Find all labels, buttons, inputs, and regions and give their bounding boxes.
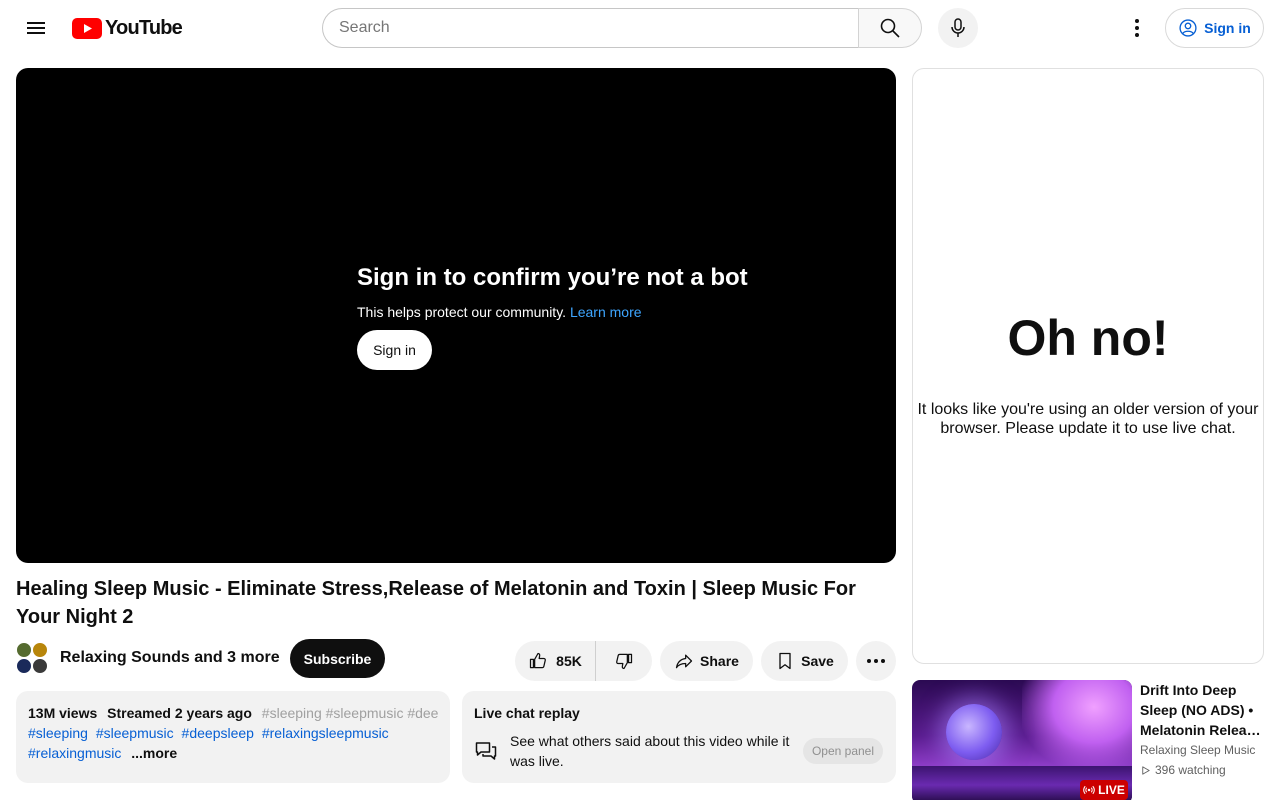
- hamburger-icon: [27, 22, 45, 34]
- share-button[interactable]: Share: [660, 641, 753, 681]
- thumbs-down-icon: [616, 653, 633, 670]
- thumbs-up-icon: [530, 652, 547, 669]
- save-label: Save: [801, 653, 834, 669]
- logo-wordmark: YouTube: [105, 16, 183, 39]
- more-actions-button[interactable]: [856, 641, 896, 681]
- hashtag-link[interactable]: #relaxingmusic: [28, 745, 121, 761]
- player-sign-in-button[interactable]: Sign in: [357, 330, 432, 370]
- hashtag-link[interactable]: #sleepmusic: [96, 725, 174, 741]
- hashtag-link[interactable]: #sleeping: [28, 725, 88, 741]
- live-chat-replay-title: Live chat replay: [474, 705, 580, 721]
- like-count: 85K: [556, 653, 582, 669]
- search-box[interactable]: [322, 8, 859, 48]
- share-label: Share: [700, 653, 739, 669]
- recommended-title-line: Sleep (NO ADS) •: [1140, 702, 1254, 718]
- live-badge-label: LIVE: [1098, 783, 1125, 797]
- vertical-dots-icon: [1135, 19, 1139, 37]
- watching-count-label: 396 watching: [1155, 763, 1226, 777]
- header-sign-in-button[interactable]: Sign in: [1165, 8, 1264, 48]
- horizontal-dots-icon: [867, 659, 885, 663]
- hashtag-link[interactable]: #relaxingsleepmusic: [262, 725, 389, 741]
- video-player[interactable]: Sign in to confirm you’re not a bot This…: [16, 68, 896, 563]
- recommended-video-thumbnail[interactable]: LIVE: [912, 680, 1132, 800]
- like-button[interactable]: 85K: [515, 641, 596, 681]
- show-more-link[interactable]: ...more: [131, 745, 177, 761]
- recommended-video-title[interactable]: Drift Into Deep Sleep (NO ADS) • Melaton…: [1140, 680, 1268, 740]
- account-circle-icon: [1179, 19, 1197, 37]
- settings-more-button[interactable]: [1117, 8, 1157, 48]
- save-button[interactable]: Save: [761, 641, 848, 681]
- avatar: [32, 658, 48, 674]
- sign-in-label: Sign in: [1204, 20, 1251, 36]
- bot-check-description: This helps protect our community. Learn …: [357, 304, 642, 320]
- recommended-channel-name[interactable]: Relaxing Sleep Music: [1140, 743, 1255, 757]
- live-badge: LIVE: [1080, 780, 1128, 800]
- voice-search-button[interactable]: [938, 8, 978, 48]
- view-count: 13M views: [28, 705, 98, 721]
- live-chat-replay-card: Live chat replay See what others said ab…: [462, 691, 896, 783]
- recommended-title-line: Melatonin Releas…: [1140, 722, 1268, 738]
- recommended-title-line: Drift Into Deep: [1140, 682, 1237, 698]
- play-outline-icon: [1142, 765, 1150, 775]
- stream-date: Streamed 2 years ago: [107, 705, 252, 721]
- chat-bubbles-icon: [474, 740, 498, 769]
- guide-menu-button[interactable]: [16, 8, 56, 48]
- like-dislike-group: 85K: [515, 641, 652, 681]
- avatar: [16, 642, 32, 658]
- recommended-watching-count: 396 watching: [1140, 763, 1226, 777]
- channel-name[interactable]: Relaxing Sounds and 3 more: [60, 649, 280, 667]
- live-broadcast-icon: [1083, 785, 1095, 795]
- hashtag-line: #sleeping #sleepmusic #deepsleep #relaxi…: [28, 723, 438, 743]
- hashtag-link[interactable]: #deepsleep: [182, 725, 254, 741]
- live-chat-replay-description: See what others said about this video wh…: [510, 733, 790, 769]
- share-arrow-icon: [675, 654, 693, 669]
- inline-hashtags: #sleeping #sleepmusic #deep: [261, 705, 438, 721]
- bot-check-text: This helps protect our community.: [357, 304, 567, 320]
- chat-error-heading: Oh no!: [1007, 310, 1169, 366]
- channel-avatar-stack[interactable]: [16, 642, 48, 674]
- search-button[interactable]: [858, 8, 922, 48]
- video-title: Healing Sleep Music - Eliminate Stress,R…: [16, 578, 856, 628]
- youtube-logo[interactable]: YouTube: [72, 16, 183, 39]
- microphone-icon: [951, 18, 965, 37]
- hashtag-line: #relaxingmusic ...more: [28, 743, 438, 763]
- learn-more-link[interactable]: Learn more: [570, 304, 642, 320]
- description-meta: 13M views Streamed 2 years ago #sleeping…: [28, 703, 438, 723]
- subscribe-button[interactable]: Subscribe: [290, 639, 385, 678]
- bot-check-title: Sign in to confirm you’re not a bot: [357, 264, 748, 291]
- thumbnail-tree: [1022, 680, 1132, 770]
- avatar: [16, 658, 32, 674]
- masthead: YouTube Sign in: [0, 0, 1280, 56]
- thumbnail-moon: [946, 704, 1002, 760]
- avatar: [32, 642, 48, 658]
- search-input[interactable]: [339, 19, 859, 37]
- youtube-play-logo-icon: [72, 17, 102, 39]
- search-icon: [880, 18, 900, 38]
- bookmark-icon: [779, 652, 791, 670]
- chat-error-message: It looks like you're using an older vers…: [917, 401, 1259, 437]
- live-chat-panel: Oh no! It looks like you're using an old…: [912, 68, 1264, 664]
- description-box[interactable]: 13M views Streamed 2 years ago #sleeping…: [16, 691, 450, 783]
- dislike-button[interactable]: [596, 641, 652, 681]
- open-panel-button[interactable]: Open panel: [803, 738, 883, 764]
